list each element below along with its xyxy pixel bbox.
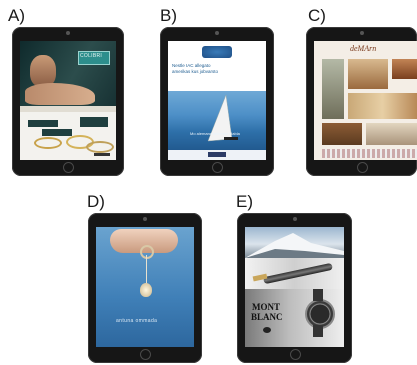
model-arm: [25, 83, 95, 105]
ad-tagline: Mo alemana inlinmuo blabla: [190, 131, 240, 137]
footer-logo: [208, 152, 226, 157]
tablet-b: Nestle IAC allegato amerikas kus jobvars…: [160, 27, 274, 176]
camera-dot: [66, 31, 70, 35]
tablet-c: deMArn: [306, 27, 417, 176]
tablet-e: MONT BLANC: [237, 213, 352, 363]
panel-label-d: D): [87, 192, 105, 211]
product-tag-1: [28, 119, 58, 127]
ad-tagline: antuna ommada: [116, 318, 158, 324]
sponsor-logo: [202, 46, 232, 58]
home-button: [140, 349, 151, 360]
divider: [20, 106, 116, 113]
camera-dot: [292, 217, 297, 221]
ad-footer: [168, 150, 266, 160]
mountain-photo: [245, 227, 344, 259]
home-button: [289, 349, 301, 360]
pendant-chain: [146, 255, 147, 285]
ad-screen-pendant: antuna ommada: [96, 227, 194, 347]
product-tag-2: [42, 129, 72, 137]
brand-emblem: [263, 327, 271, 334]
panel-label-a: A): [8, 6, 25, 25]
photo-interior: [348, 93, 417, 119]
photo-building: [348, 59, 388, 89]
home-button: [212, 162, 223, 173]
ad-screen-interiors: deMArn: [314, 41, 417, 160]
footer-text: [94, 153, 110, 156]
camera-dot: [215, 31, 219, 35]
text-strip: [322, 149, 417, 158]
home-button: [356, 162, 368, 173]
photo-left-column: [322, 59, 344, 119]
ring: [140, 245, 154, 259]
pen-body: [263, 262, 333, 285]
panel-label-e: E): [236, 192, 253, 211]
photo-hall: [322, 123, 362, 145]
pendant: [140, 283, 152, 297]
ring-3: [86, 140, 114, 153]
product-tag-3: [80, 117, 108, 128]
ad-screen-jewelry: COLIBRI: [20, 41, 116, 160]
ad-screen-watch: MONT BLANC: [245, 227, 344, 347]
mountain-peak: [245, 233, 344, 258]
home-button: [63, 162, 74, 173]
tablet-a: COLIBRI: [12, 27, 124, 176]
ad-headline: Nestle IAC allegato amerikas kus jobvars…: [172, 63, 219, 74]
ad-photo-model: COLIBRI: [20, 41, 116, 107]
panel-label-b: B): [160, 6, 177, 25]
watch-strap-top: [313, 289, 323, 302]
magazine-brand: deMArn: [350, 44, 377, 53]
watch-section: MONT BLANC: [245, 289, 344, 347]
camera-dot: [359, 31, 364, 35]
ring-1: [34, 137, 62, 150]
brand-name: COLIBRI: [80, 53, 103, 59]
watch-strap-bottom: [313, 325, 323, 338]
ad-screen-sailing: Nestle IAC allegato amerikas kus jobvars…: [168, 41, 266, 160]
photo-room: [392, 59, 417, 79]
pen-photo: [245, 258, 344, 290]
tablet-d: antuna ommada: [88, 213, 202, 363]
figure-canvas: A) COLIBRI B) Nestle IAC allegato amerik…: [0, 0, 417, 365]
brand-line-1: MONT: [252, 302, 280, 313]
photo-lobby: [366, 123, 417, 145]
brand-line-2: BLANC: [251, 312, 283, 323]
camera-dot: [143, 217, 147, 221]
panel-label-c: C): [308, 6, 326, 25]
